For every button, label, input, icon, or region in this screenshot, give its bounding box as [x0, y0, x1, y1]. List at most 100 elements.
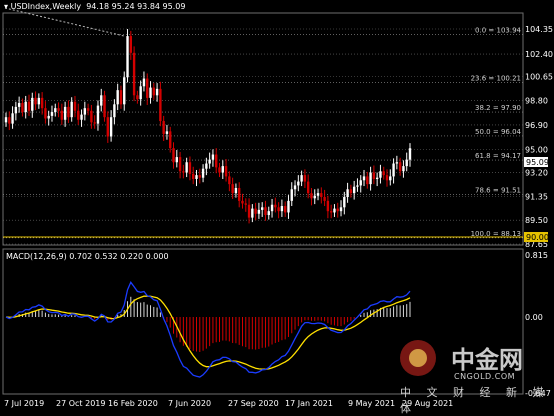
candle-body	[27, 101, 31, 111]
chart-window: 0.0 = 103.94 23.6 = 100.21 38.2 = 97.90 50.…	[0, 0, 554, 415]
candle-body	[106, 117, 110, 137]
candle-body	[333, 208, 336, 213]
candle-body	[251, 208, 254, 218]
candle-body	[336, 208, 339, 212]
candle-body	[24, 101, 27, 113]
candle-body	[86, 108, 90, 111]
candle-body	[169, 131, 172, 149]
candle-body	[40, 97, 44, 109]
time-axis-label: 27 Oct 2019	[56, 399, 105, 408]
time-axis-label: 27 Sep 2020	[228, 399, 279, 408]
price-tick-label: 91.35	[525, 192, 548, 201]
candle-body	[50, 112, 54, 116]
fib-level-label: 50.0 = 96.04	[475, 128, 521, 136]
candle-body	[192, 173, 195, 179]
macd-panel-frame	[2, 248, 524, 395]
candle-body	[159, 88, 162, 122]
price-tick-label: 96.90	[525, 121, 548, 130]
candle-body	[132, 52, 136, 96]
macd-title: MACD(12,26,9) 0.702 0.532 0.220 0.000	[6, 252, 169, 261]
candle-body	[402, 166, 405, 172]
candle-body	[31, 97, 34, 111]
candle-body	[382, 171, 385, 176]
candle-body	[208, 159, 211, 164]
candle-body	[14, 106, 18, 114]
candle-body	[260, 207, 264, 210]
watermark-brand: 中金网	[451, 346, 523, 374]
price-tick-label: 100.65	[525, 73, 553, 82]
current-price-label: 95.09	[526, 158, 549, 167]
candle-body	[218, 167, 221, 173]
candle-body	[178, 157, 182, 172]
candle-body	[274, 204, 277, 208]
candle-body	[11, 113, 14, 124]
time-axis-label: 17 Jan 2021	[285, 399, 333, 408]
candle-body	[228, 176, 231, 185]
fib-level-label: 61.8 = 94.17	[475, 152, 521, 160]
candle-body	[303, 175, 307, 182]
candle-body	[67, 106, 70, 118]
price-tick-label: 89.50	[525, 216, 548, 225]
candle-body	[123, 77, 126, 105]
candle-body	[175, 157, 178, 163]
candle-body	[316, 193, 320, 196]
candle-body	[149, 87, 152, 98]
candle-body	[323, 197, 326, 201]
candle-body	[244, 203, 247, 205]
candle-body	[54, 108, 57, 113]
price-tick-label: 98.80	[525, 96, 548, 105]
candle-body	[224, 166, 228, 177]
candle-body	[60, 110, 64, 120]
candle-body	[119, 90, 123, 105]
fib-level-label: 38.2 = 97.90	[475, 104, 521, 112]
candle-body	[352, 186, 356, 194]
candle-body	[241, 200, 244, 204]
candle-body	[313, 195, 316, 199]
candle-body	[146, 78, 149, 98]
candle-body	[165, 131, 169, 134]
candle-body	[96, 105, 100, 124]
candle-body	[70, 101, 73, 118]
fib-level-label: 78.6 = 91.51	[475, 186, 521, 194]
candle-body	[63, 106, 67, 120]
candle-body	[267, 211, 270, 216]
candle-body	[201, 168, 205, 178]
candle-body	[47, 115, 50, 119]
candle-body	[280, 206, 284, 212]
candle-body	[100, 95, 103, 106]
fib-level-label: 0.0 = 103.94	[475, 26, 521, 34]
candle-body	[77, 110, 80, 120]
candle-body	[306, 181, 310, 194]
candle-body	[385, 175, 389, 181]
macd-signal-line	[5, 295, 411, 370]
candle-body	[362, 176, 366, 181]
candle-body	[369, 172, 372, 185]
candle-body	[389, 176, 392, 181]
candle-body	[343, 197, 346, 208]
dropdown-triangle-icon[interactable]: ▾	[4, 2, 8, 11]
candle-body	[379, 171, 382, 178]
time-axis: 7 Jul 2019 27 Oct 2019 16 Feb 2020 7 Jun 20…	[4, 399, 453, 408]
candle-body	[44, 108, 47, 119]
candle-body	[205, 163, 208, 169]
candle-body	[395, 162, 399, 164]
candle-body	[4, 117, 8, 123]
grid	[3, 28, 523, 245]
candle-body	[152, 87, 156, 96]
candle-body	[254, 208, 257, 214]
candle-body	[195, 175, 198, 179]
candle-body	[80, 114, 83, 120]
candle-body	[93, 122, 96, 124]
fibonacci-trend-line[interactable]	[4, 7, 125, 37]
macd-scale-zero: 0.00	[525, 313, 543, 322]
candle-body	[198, 175, 201, 178]
candle-body	[238, 187, 241, 201]
candle-body	[211, 154, 215, 160]
candle-body	[264, 207, 267, 216]
candle-body	[287, 200, 290, 213]
candle-body	[231, 184, 234, 194]
time-axis-label: 16 Feb 2020	[108, 399, 158, 408]
candle-body	[398, 162, 402, 172]
time-axis-label: 7 Jun 2020	[168, 399, 211, 408]
candle-body	[215, 154, 218, 168]
